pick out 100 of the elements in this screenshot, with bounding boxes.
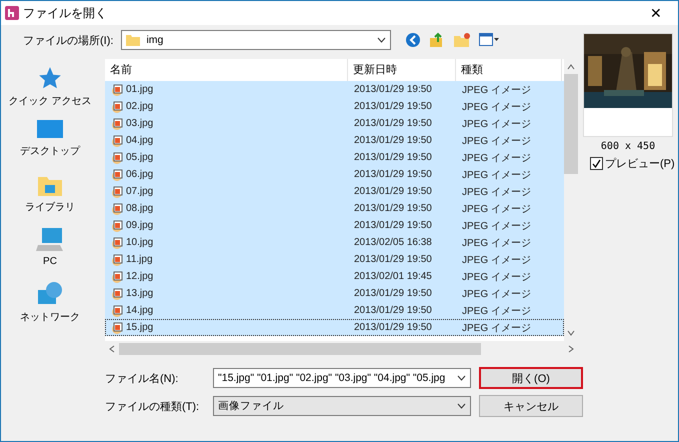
modified-date: 2013/01/29 19:50 [354, 288, 432, 299]
sidebar-item[interactable]: ライブラリ [25, 173, 75, 221]
file-name-field[interactable]: "15.jpg" "01.jpg" "02.jpg" "03.jpg" "04.jpg" "05.jpg [213, 368, 471, 388]
modified-date: 2013/01/29 19:50 [354, 203, 432, 214]
chevron-down-icon [377, 37, 386, 43]
file-row[interactable]: 07.jpg 2013/01/29 19:50 JPEG イメージ [105, 183, 564, 200]
file-name: 05.jpg [126, 152, 154, 163]
file-row[interactable]: 08.jpg 2013/01/29 19:50 JPEG イメージ [105, 200, 564, 217]
file-type: JPEG イメージ [462, 288, 531, 300]
chevron-down-icon [457, 403, 466, 409]
file-row[interactable]: 06.jpg 2013/01/29 19:50 JPEG イメージ [105, 166, 564, 183]
image-size: 600 x 450 [600, 141, 656, 152]
view-menu-icon[interactable] [479, 33, 500, 47]
location-label: ファイルの場所(I): [23, 34, 114, 48]
image-file-icon [111, 202, 123, 214]
file-row[interactable]: 01.jpg 2013/01/29 19:50 JPEG イメージ [105, 81, 564, 98]
file-name: 13.jpg [126, 288, 154, 299]
preview-checkbox[interactable]: プレビュー(P) [590, 156, 675, 171]
new-folder-icon[interactable] [453, 32, 472, 48]
file-row[interactable]: 11.jpg 2013/01/29 19:50 JPEG イメージ [105, 251, 564, 268]
modified-date: 2013/01/29 19:50 [354, 135, 432, 146]
open-button[interactable]: 開く(O) [479, 367, 583, 389]
back-icon[interactable] [405, 32, 422, 48]
modified-date: 2013/02/05 16:38 [354, 237, 432, 248]
file-row[interactable]: 05.jpg 2013/01/29 19:50 JPEG イメージ [105, 149, 564, 166]
scroll-up-icon[interactable] [567, 64, 575, 70]
file-type: JPEG イメージ [462, 236, 531, 250]
file-row[interactable]: 09.jpg 2013/01/29 19:50 JPEG イメージ [105, 217, 564, 234]
image-file-icon [111, 304, 123, 316]
modified-date: 2013/02/01 19:45 [354, 271, 432, 282]
window-title: ファイルを開く [23, 4, 108, 22]
close-button[interactable]: ✕ [634, 1, 678, 25]
computer-icon [36, 227, 64, 253]
chevron-down-icon [457, 375, 466, 381]
image-file-icon [111, 220, 123, 232]
modified-date: 2013/01/29 19:50 [354, 169, 432, 180]
modified-date: 2013/01/29 19:50 [354, 254, 432, 265]
sidebar-item[interactable]: ネットワーク [20, 281, 80, 329]
file-name: 14.jpg [126, 305, 154, 316]
file-name: 02.jpg [126, 101, 154, 112]
scroll-left-icon[interactable] [109, 345, 115, 353]
sidebar-item[interactable]: クイック アクセス [8, 65, 92, 113]
scroll-down-icon[interactable] [567, 330, 575, 336]
file-name: 07.jpg [126, 186, 154, 197]
file-row[interactable]: 15.jpg 2013/01/29 19:50 JPEG イメージ [105, 319, 564, 336]
file-type: JPEG イメージ [462, 84, 531, 96]
file-type: JPEG イメージ [462, 118, 531, 130]
image-file-icon [111, 134, 123, 146]
file-type: JPEG イメージ [462, 270, 531, 284]
image-file-icon [111, 152, 123, 164]
image-file-icon [111, 186, 123, 198]
file-type: JPEG イメージ [462, 202, 531, 216]
modified-date: 2013/01/29 19:50 [354, 152, 432, 163]
image-file-icon [111, 322, 123, 334]
modified-date: 2013/01/29 19:50 [354, 118, 432, 129]
image-file-icon [111, 100, 123, 112]
sidebar-item[interactable]: PC [36, 227, 64, 275]
network-globe-icon [36, 281, 64, 307]
cancel-button[interactable]: キャンセル [479, 395, 583, 417]
file-type: JPEG イメージ [462, 220, 531, 232]
file-row[interactable]: 14.jpg 2013/01/29 19:50 JPEG イメージ [105, 302, 564, 319]
modified-date: 2013/01/29 19:50 [354, 220, 432, 231]
file-name: 03.jpg [126, 118, 154, 129]
file-row[interactable]: 03.jpg 2013/01/29 19:50 JPEG イメージ [105, 115, 564, 132]
location-dropdown[interactable]: img [121, 30, 392, 50]
file-type-label: ファイルの種類(T): [105, 400, 200, 414]
file-type: JPEG イメージ [462, 134, 531, 148]
file-type: JPEG イメージ [462, 304, 531, 318]
file-row[interactable]: 10.jpg 2013/02/05 16:38 JPEG イメージ [105, 234, 564, 251]
folder-icon [126, 34, 140, 46]
image-file-icon [111, 254, 123, 266]
file-name: 01.jpg [126, 84, 154, 95]
image-file-icon [111, 288, 123, 300]
file-type-dropdown[interactable]: 画像ファイル [213, 396, 471, 416]
file-row[interactable]: 02.jpg 2013/01/29 19:50 JPEG イメージ [105, 98, 564, 115]
file-type: JPEG イメージ [462, 152, 531, 164]
checkmark-icon [592, 159, 601, 168]
file-type: JPEG イメージ [462, 168, 531, 182]
image-file-icon [111, 236, 123, 248]
modified-date: 2013/01/29 19:50 [354, 84, 432, 95]
file-name: 06.jpg [126, 169, 154, 180]
file-type: JPEG イメージ [462, 254, 531, 266]
file-name: 12.jpg [126, 271, 154, 282]
modified-date: 2013/01/29 19:50 [354, 305, 432, 316]
file-name: 08.jpg [126, 203, 154, 214]
image-file-icon [111, 118, 123, 130]
app-icon [5, 6, 19, 20]
file-name: 11.jpg [126, 254, 153, 265]
image-file-icon [111, 270, 123, 282]
star-icon [37, 65, 63, 91]
file-type: JPEG イメージ [462, 322, 531, 334]
desktop-icon [36, 119, 64, 141]
file-row[interactable]: 04.jpg 2013/01/29 19:50 JPEG イメージ [105, 132, 564, 149]
file-row[interactable]: 13.jpg 2013/01/29 19:50 JPEG イメージ [105, 285, 564, 302]
file-row[interactable]: 12.jpg 2013/02/01 19:45 JPEG イメージ [105, 268, 564, 285]
file-name: 09.jpg [126, 220, 154, 231]
file-type: JPEG イメージ [462, 186, 531, 198]
modified-date: 2013/01/29 19:50 [354, 322, 432, 333]
scroll-right-icon[interactable] [568, 345, 574, 353]
sidebar-item[interactable]: デスクトップ [20, 119, 80, 167]
